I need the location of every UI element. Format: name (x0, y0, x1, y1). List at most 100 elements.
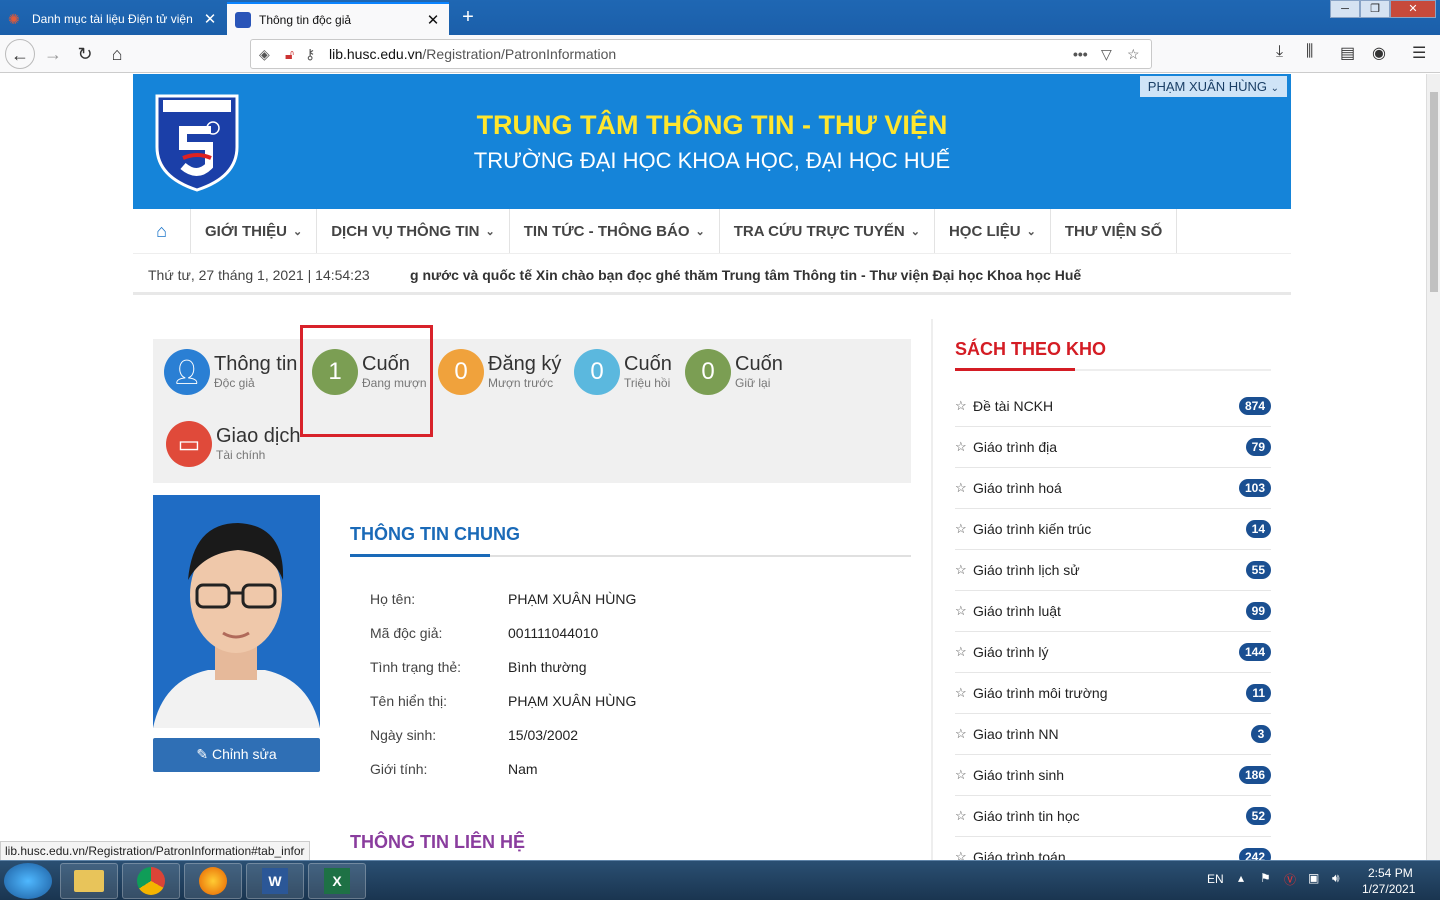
sidebar-item[interactable]: ☆ Giáo trình toán 242 (955, 837, 1271, 860)
nav-item-dich-vu[interactable]: DỊCH VỤ THÔNG TIN ⌄ (317, 209, 510, 253)
home-icon[interactable]: ⌂ (133, 209, 191, 253)
field-label: Giới tính: (370, 761, 428, 777)
forward-arrow-icon[interactable]: → (38, 39, 68, 69)
word-icon[interactable]: W (246, 863, 304, 899)
sidebar-item[interactable]: ☆ Giáo trình lý 144 (955, 632, 1271, 673)
nav-label: TIN TỨC - THÔNG BÁO (523, 222, 690, 240)
sidebar-item[interactable]: ☆ Giáo trình hoá 103 (955, 468, 1271, 509)
stat-finance[interactable]: ▭ Giao dịch Tài chính (166, 421, 301, 467)
menu-icon[interactable]: ☰ (1412, 43, 1426, 63)
close-tab-icon[interactable]: ✕ (202, 10, 218, 28)
recall-count: 0 (574, 349, 620, 395)
url-bar[interactable]: ◈ 🔓︎ ⚷ lib.husc.edu.vn/Registration/Patr… (250, 39, 1152, 69)
sidebar-item[interactable]: ☆ Giao trình NN 3 (955, 714, 1271, 755)
sidebar-item[interactable]: ☆ Giáo trình môi trường 11 (955, 673, 1271, 714)
stat-hold[interactable]: 0 Cuốn Giữ lại (685, 349, 783, 395)
nav-item-gioi-thieu[interactable]: GIỚI THIỆU ⌄ (191, 209, 318, 253)
stat-patron-info[interactable]: 👤︎ Thông tin Độc giả (164, 349, 297, 395)
library-icon[interactable]: ⫼ (1306, 43, 1313, 61)
stat-reserve[interactable]: 0 Đăng ký Mượn trước (438, 349, 561, 395)
sidebar-item[interactable]: ☆ Giáo trình sinh 186 (955, 755, 1271, 796)
item-label: Giáo trình môi trường (973, 685, 1108, 701)
stat-sub: Mượn trước (488, 376, 554, 390)
clock-time[interactable]: 2:54 PM (1368, 866, 1413, 880)
ticker-message: g nước và quốc tế Xin chào bạn đọc ghé t… (410, 267, 1082, 283)
home-icon[interactable]: ⌂ (102, 39, 132, 69)
file-explorer-icon[interactable] (60, 863, 118, 899)
field-label: Họ tên: (370, 591, 416, 607)
bookmark-star-icon[interactable]: ☆ (1127, 46, 1140, 63)
sidebar-item[interactable]: ☆ Giáo trình luật 99 (955, 591, 1271, 632)
stat-recall[interactable]: 0 Cuốn Triệu hồi (574, 349, 672, 395)
close-tab-icon[interactable]: ✕ (425, 11, 441, 29)
reserve-count: 0 (438, 349, 484, 395)
item-label: Giáo trình lịch sử (973, 562, 1080, 578)
new-tab-button[interactable]: + (456, 6, 480, 28)
window-controls: ─ ❐ ✕ (1330, 0, 1436, 18)
section-title-general: THÔNG TIN CHUNG (350, 524, 520, 544)
shield-icon[interactable]: ◈ (259, 46, 270, 63)
scrollbar-thumb[interactable] (1430, 92, 1438, 292)
sidebar-item[interactable]: ☆ Giáo trình lịch sử 55 (955, 550, 1271, 591)
stat-title: Thông tin (214, 353, 298, 375)
credit-card-icon: ▭ (166, 421, 212, 467)
sidebar-item[interactable]: ☆ Giáo trình tin học 52 (955, 796, 1271, 837)
excel-icon[interactable]: X (308, 863, 366, 899)
maximize-button[interactable]: ❐ (1360, 0, 1390, 18)
user-menu[interactable]: PHẠM XUÂN HÙNG ⌄ (1139, 76, 1287, 97)
url-domain: lib.husc.edu.vn (329, 46, 423, 62)
nav-item-tin-tuc[interactable]: TIN TỨC - THÔNG BÁO ⌄ (510, 209, 720, 253)
windows-start-icon[interactable] (4, 863, 52, 899)
language-indicator[interactable]: EN (1207, 872, 1224, 886)
pocket-icon[interactable]: ▽ (1101, 46, 1112, 63)
stat-sub: Tài chính (216, 448, 266, 462)
count-badge: 14 (1245, 520, 1271, 538)
account-icon[interactable]: ◉ (1372, 43, 1386, 63)
tray-expand-icon[interactable]: ▴ (1238, 871, 1244, 885)
edit-profile-button[interactable]: ✎ Chỉnh sửa (153, 738, 320, 772)
volume-icon[interactable]: 🔊︎ (1332, 871, 1340, 886)
sidebar-item[interactable]: ☆ Đề tài NCKH 874 (955, 386, 1271, 427)
clock-date[interactable]: 1/27/2021 (1362, 882, 1415, 896)
reload-icon[interactable]: ↻ (70, 39, 100, 69)
firefox-icon[interactable] (184, 863, 242, 899)
sidebar-icon[interactable]: ▤ (1340, 43, 1355, 63)
tab-catalog[interactable]: ✺ Danh mục tài liệu Điện tử viện ✕ (0, 2, 226, 35)
action-center-icon[interactable]: ⚑ (1260, 871, 1271, 885)
site-title: TRUNG TÂM THÔNG TIN - THƯ VIỆN (476, 110, 948, 140)
tab-patron-info[interactable]: Thông tin độc giả ✕ (227, 2, 449, 35)
nav-label: GIỚI THIỆU (205, 222, 287, 240)
chevron-down-icon: ⌄ (910, 225, 920, 238)
sidebar-item[interactable]: ☆ Giáo trình địa 79 (955, 427, 1271, 468)
key-icon[interactable]: ⚷ (305, 46, 315, 63)
star-icon: ☆ (955, 603, 967, 618)
chrome-icon[interactable] (122, 863, 180, 899)
windows-taskbar: W X EN ▴ ⚑ Ⓥ ▣ 🔊︎ 2:54 PM 1/27/2021 (0, 860, 1440, 900)
page-actions-icon[interactable]: ••• (1073, 46, 1088, 62)
item-label: Giao trình NN (973, 726, 1059, 742)
star-icon: ☆ (955, 808, 967, 823)
nav-item-thu-vien-so[interactable]: THƯ VIỆN SỐ (1051, 209, 1178, 253)
close-window-button[interactable]: ✕ (1390, 0, 1436, 18)
nav-label: DỊCH VỤ THÔNG TIN (331, 222, 480, 240)
back-arrow-icon[interactable]: ← (5, 39, 35, 69)
field-label: Ngày sinh: (370, 727, 437, 743)
sidebar-item[interactable]: ☆ Giáo trình kiến trúc 14 (955, 509, 1271, 550)
insecure-lock-icon[interactable]: 🔓︎ (285, 46, 294, 63)
sidebar-title-accent (955, 368, 1075, 371)
nav-item-tra-cuu[interactable]: TRA CỨU TRỰC TUYẾN ⌄ (720, 209, 935, 253)
network-icon[interactable]: ▣ (1308, 871, 1319, 885)
download-icon[interactable]: ⤓ (1276, 43, 1283, 61)
count-badge: 103 (1238, 479, 1271, 497)
stat-sub: Độc giả (214, 376, 255, 390)
nav-item-hoc-lieu[interactable]: HỌC LIỆU ⌄ (935, 209, 1051, 253)
stat-sub: Giữ lại (735, 376, 771, 390)
minimize-button[interactable]: ─ (1330, 0, 1360, 18)
nav-label: THƯ VIỆN SỐ (1064, 222, 1163, 240)
page-scrollbar[interactable] (1426, 74, 1440, 860)
star-icon: ☆ (955, 398, 967, 413)
item-label: Đề tài NCKH (973, 398, 1054, 414)
count-badge: 144 (1238, 643, 1271, 661)
antivirus-icon[interactable]: Ⓥ (1284, 871, 1296, 888)
star-icon: ☆ (955, 849, 967, 860)
